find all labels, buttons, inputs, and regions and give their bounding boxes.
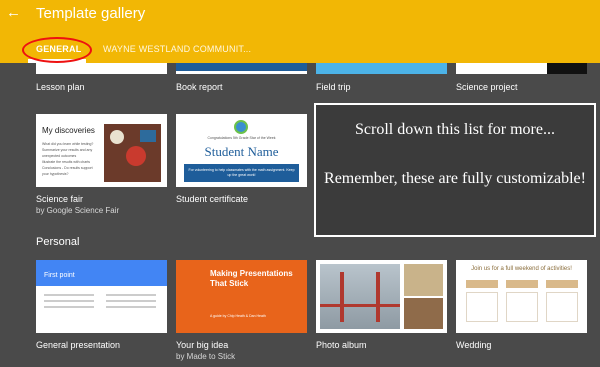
template-label-science-fair[interactable]: Science fair bbox=[36, 194, 83, 204]
tab-wayne-westland[interactable]: WAYNE WESTLAND COMMUNIT... bbox=[103, 44, 251, 54]
template-label-science-project[interactable]: Science project bbox=[456, 82, 518, 92]
template-label-student-certificate[interactable]: Student certificate bbox=[176, 194, 248, 204]
general-presentation-thumbnail[interactable]: First point bbox=[36, 260, 167, 333]
thumb-title: Join us for a full weekend of activities… bbox=[471, 266, 572, 272]
your-big-idea-thumbnail[interactable]: Making Presentations That Stick A guide … bbox=[176, 260, 307, 333]
lesson-plan-thumbnail[interactable] bbox=[36, 63, 167, 74]
thumb-body-box: For volunteering to help classmates with… bbox=[184, 164, 299, 182]
thumb-subtitle: A guide by Chip Heath & Dan Heath bbox=[210, 314, 266, 318]
template-label-lesson-plan[interactable]: Lesson plan bbox=[36, 82, 85, 92]
thumb-title: Making Presentations That Stick bbox=[210, 269, 293, 288]
template-label-wedding[interactable]: Wedding bbox=[456, 340, 491, 350]
book-report-thumbnail[interactable] bbox=[176, 63, 307, 74]
thumb-text: What did you learn while testing? Summar… bbox=[42, 142, 94, 176]
template-label-your-big-idea[interactable]: Your big idea bbox=[176, 340, 228, 350]
overlay-line-customizable: Remember, these are fully customizable! bbox=[324, 170, 586, 187]
section-heading-personal: Personal bbox=[36, 236, 80, 248]
thumb-title: First point bbox=[44, 272, 75, 279]
science-project-thumbnail[interactable] bbox=[456, 63, 587, 74]
template-label-general-presentation[interactable]: General presentation bbox=[36, 340, 120, 350]
photo-top-right bbox=[404, 264, 443, 296]
photo-album-thumbnail[interactable] bbox=[316, 260, 447, 333]
thumb-caption: Congratulations 5th Grade Star of the We… bbox=[207, 136, 276, 140]
template-label-book-report[interactable]: Book report bbox=[176, 82, 223, 92]
thumb-photo bbox=[104, 124, 161, 182]
template-author-science-fair: by Google Science Fair bbox=[36, 206, 120, 215]
page-title: Template gallery bbox=[36, 5, 146, 22]
template-label-field-trip[interactable]: Field trip bbox=[316, 82, 351, 92]
globe-icon bbox=[234, 120, 248, 134]
thumb-heading: My discoveries bbox=[42, 126, 95, 135]
template-label-photo-album[interactable]: Photo album bbox=[316, 340, 367, 350]
app-header: ← Template gallery GENERAL WAYNE WESTLAN… bbox=[0, 0, 600, 63]
science-fair-thumbnail[interactable]: My discoveries What did you learn while … bbox=[36, 114, 167, 187]
back-arrow-icon[interactable]: ← bbox=[6, 5, 22, 21]
field-trip-thumbnail[interactable] bbox=[316, 63, 447, 74]
student-certificate-thumbnail[interactable]: Congratulations 5th Grade Star of the We… bbox=[176, 114, 307, 187]
overlay-line-scroll: Scroll down this list for more... bbox=[355, 121, 555, 138]
highlight-circle bbox=[22, 37, 92, 63]
template-author-your-big-idea: by Made to Stick bbox=[176, 352, 236, 361]
thumb-student-name: Student Name bbox=[204, 144, 279, 159]
wedding-thumbnail[interactable]: Join us for a full weekend of activities… bbox=[456, 260, 587, 333]
photo-bridge bbox=[320, 264, 400, 329]
photo-bottom-right bbox=[404, 298, 443, 329]
instruction-overlay: Scroll down this list for more... Rememb… bbox=[314, 103, 596, 237]
